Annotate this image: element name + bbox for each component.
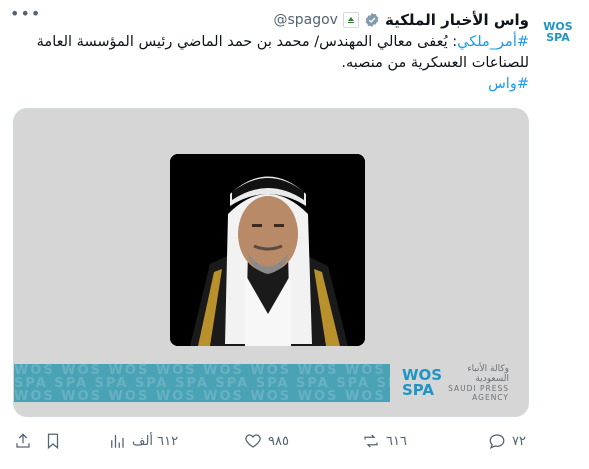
- spa-logo: WOS SPA وكالة الأنباء السعودية SAUDI PRE…: [402, 361, 524, 405]
- retweets-count: ٦١٦: [386, 433, 407, 449]
- bookmark-icon: [47, 433, 59, 450]
- avatar[interactable]: WOS SPA: [538, 12, 578, 52]
- share-button[interactable]: [14, 428, 32, 454]
- replies-count: ٧٢: [512, 433, 526, 449]
- retweet-icon: [364, 434, 378, 448]
- display-name[interactable]: واس الأخبار الملكية: [385, 11, 529, 29]
- tweet-action-bar: ٦١٢ ألف ٩٨٥ ٦١٦ ٧٢: [0, 428, 589, 454]
- tweet-header: واس الأخبار الملكية @spagov: [273, 10, 529, 30]
- spa-logo-arabic-2: السعودية: [475, 374, 509, 384]
- hashtag-spa[interactable]: #واس: [488, 76, 529, 92]
- tweet-line-1: #أمر_ملكي: يُعفى معالي المهندس/ محمد بن …: [9, 32, 529, 53]
- gov-affiliation-icon[interactable]: [342, 12, 359, 28]
- tweet-text: #أمر_ملكي: يُعفى معالي المهندس/ محمد بن …: [9, 32, 529, 95]
- spa-logo-english-1: SAUDI PRESS: [448, 384, 509, 393]
- spa-logo-arabic-1: وكالة الأنباء: [467, 364, 509, 374]
- heart-icon: [245, 434, 261, 448]
- portrait-photo: [170, 154, 365, 346]
- views-button[interactable]: ٦١٢ ألف: [108, 428, 178, 454]
- share-icon: [16, 433, 30, 448]
- hashtag-royal-order[interactable]: #أمر_ملكي: [457, 34, 529, 50]
- user-handle[interactable]: @spagov: [273, 12, 338, 28]
- tweet-media-image[interactable]: WOS WOS WOS WOS WOS WOS WOS WOS WOS WOS …: [13, 108, 529, 417]
- tweet-body-line-2: للصناعات العسكرية من منصبه.: [341, 55, 529, 71]
- reply-icon: [489, 434, 505, 449]
- views-chart-icon: [111, 435, 124, 448]
- spa-logo-english-2: AGENCY: [472, 393, 509, 402]
- avatar-logo-bottom: SPA: [546, 31, 570, 44]
- verified-icon: [364, 12, 380, 28]
- bookmark-button[interactable]: [44, 428, 62, 454]
- brand-pattern-band: WOS WOS WOS WOS WOS WOS WOS WOS WOS WOS …: [14, 364, 390, 402]
- like-button[interactable]: ٩٨٥: [244, 428, 289, 454]
- more-options-icon[interactable]: •••: [10, 6, 40, 26]
- views-count: ٦١٢ ألف: [132, 433, 179, 449]
- spa-logo-mark-bottom: SPA: [402, 381, 435, 399]
- retweet-button[interactable]: ٦١٦: [362, 428, 407, 454]
- likes-count: ٩٨٥: [268, 433, 289, 449]
- reply-button[interactable]: ٧٢: [488, 428, 526, 454]
- tweet-body-line-1: : يُعفى معالي المهندس/ محمد بن حمد الماض…: [36, 34, 458, 50]
